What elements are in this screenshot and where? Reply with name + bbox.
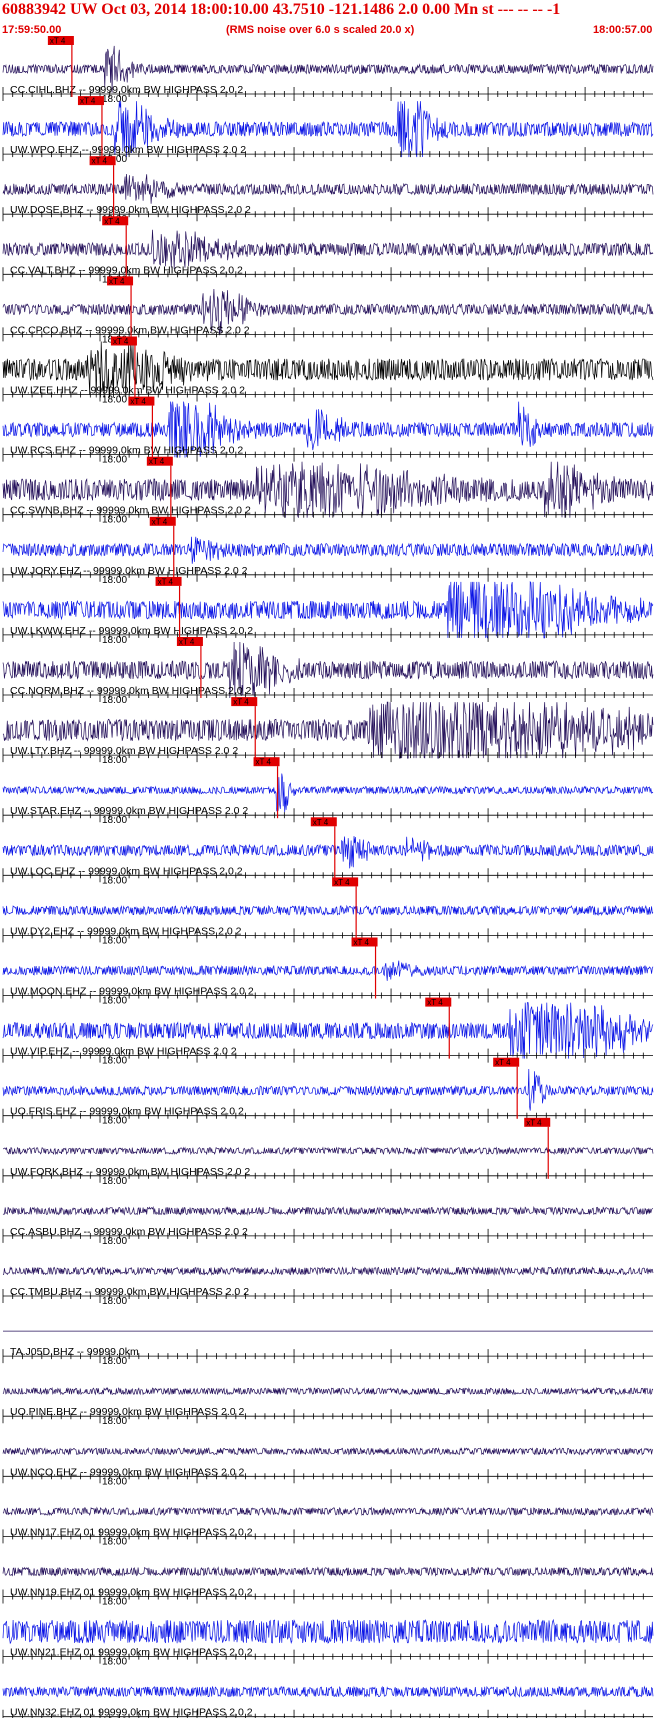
station-label: TA.J05D.BHZ -- 99999.0km — [10, 1346, 139, 1358]
station-label: UW.JORY.EHZ -- 99999.0km BW HIGHPASS 2.0… — [10, 565, 248, 577]
pick-label: xT 4 — [92, 157, 108, 166]
station-label: UW.NN21.EHZ 01 99999.0km BW HIGHPASS 2.0… — [10, 1647, 253, 1659]
pick-label: xT 4 — [256, 758, 272, 767]
station-label: CC.CIHL.BHZ -- 99999.0km BW HIGHPASS 2.0… — [10, 84, 243, 96]
pick-label: xT 4 — [149, 457, 165, 466]
station-label: CC.CPCO.BHZ -- 99999.0km BW HIGHPASS 2.0… — [10, 324, 250, 336]
waveform-trace — [2, 1386, 654, 1396]
pick-label: xT 4 — [109, 277, 125, 286]
waveform-trace — [2, 1266, 654, 1276]
station-label: CC.TMBU.BHZ -- 99999.0km BW HIGHPASS 2.0… — [10, 1286, 249, 1298]
waveform-trace — [2, 1506, 654, 1517]
pick-label: xT 4 — [427, 998, 443, 1007]
waveform-trace — [2, 1685, 654, 1698]
station-label: UW.NN32.EHZ 01 99999.0km BW HIGHPASS 2.0… — [10, 1707, 253, 1718]
waveform-trace — [2, 836, 654, 869]
waveform-trace — [3, 1146, 654, 1156]
station-label: UO.FRIS.EHZ -- 99999.0km BW HIGHPASS 2.0… — [10, 1106, 244, 1118]
waveform-trace — [2, 1068, 654, 1111]
station-label: UO.PINE.BHZ -- 99999.0km BW HIGHPASS 2.0… — [10, 1406, 245, 1418]
seismogram-plot: 18:00CC.CIHL.BHZ -- 99999.0km BW HIGHPAS… — [2, 36, 654, 1718]
waveform-trace — [2, 1205, 654, 1216]
pick-label: xT 4 — [104, 217, 120, 226]
station-label: UW.DOSE.BHZ -- 99999.0km BW HIGHPASS 2.0… — [10, 204, 251, 216]
station-label: CC.ASBU.BHZ -- 99999.0km BW HIGHPASS 2.0… — [10, 1226, 248, 1238]
waveform-trace — [2, 536, 654, 564]
pick-label: xT 4 — [354, 938, 370, 947]
station-label: CC.SWNB.BHZ -- 99999.0km BW HIGHPASS 2.0… — [10, 505, 251, 517]
station-label: UW.WPO.EHZ -- 99999.0km BW HIGHPASS 2.0 … — [10, 144, 246, 156]
station-label: UW.NCO.EHZ -- 99999.0km BW HIGHPASS 2.0 … — [10, 1466, 245, 1478]
station-label: UW.MOON.EHZ -- 99999.0km BW HIGHPASS 2.0… — [10, 986, 254, 998]
waveform-trace — [2, 960, 654, 981]
station-label: UW.NN19.EHZ 01 99999.0km BW HIGHPASS 2.0… — [10, 1587, 253, 1599]
pick-label: xT 4 — [495, 1058, 511, 1067]
station-label: CC.NORM.BHZ -- 99999.0km BW HIGHPASS 2.0… — [10, 685, 252, 697]
waveform-trace — [2, 1618, 654, 1645]
station-label: UW.DY2.EHZ -- 99999.0km BW HIGHPASS 2.0 … — [10, 925, 242, 937]
station-label: UW.STAR.EHZ -- 99999.0km BW HIGHPASS 2.0… — [10, 805, 248, 817]
pick-label: xT 4 — [50, 37, 66, 46]
waveform-trace — [2, 173, 654, 204]
waveform-trace — [2, 1566, 654, 1577]
pick-label: xT 4 — [158, 577, 174, 586]
pick-label: xT 4 — [130, 397, 146, 406]
pick-label: xT 4 — [113, 337, 129, 346]
pick-label: xT 4 — [80, 97, 96, 106]
pick-label: xT 4 — [313, 818, 329, 827]
station-label: UW.LTY.BHZ -- 99999.0km BW HIGHPASS 2.0 … — [10, 745, 238, 757]
station-label: UW.LOC.EHZ -- 99999.0km BW HIGHPASS 2.0 … — [10, 865, 243, 877]
station-label: UW.NN17.EHZ 01 99999.0km BW HIGHPASS 2.0… — [10, 1526, 253, 1538]
waveform-trace — [2, 904, 654, 917]
station-label: UW.RCS.EHZ -- 99999.0km BW HIGHPASS 2.0 … — [10, 445, 243, 457]
pick-label: xT 4 — [334, 878, 350, 887]
pick-label: xT 4 — [179, 638, 195, 647]
pick-label: xT 4 — [526, 1118, 542, 1127]
waveform-trace — [2, 229, 654, 269]
station-label: UW.IZEE.HHZ -- 99999.0km BW HIGHPASS 2.0… — [10, 385, 245, 397]
station-label: UW.VIP.EHZ -- 99999.0km BW HIGHPASS 2.0 … — [10, 1046, 237, 1058]
waveform-trace — [2, 1446, 654, 1456]
station-label: UW.FORK.BHZ -- 99999.0km BW HIGHPASS 2.0… — [10, 1166, 250, 1178]
pick-label: xT 4 — [233, 698, 249, 707]
pick-label: xT 4 — [152, 517, 168, 526]
station-label: UW.LKWW.EHZ -- 99999.0km BW HIGHPASS 2.0… — [10, 625, 253, 637]
